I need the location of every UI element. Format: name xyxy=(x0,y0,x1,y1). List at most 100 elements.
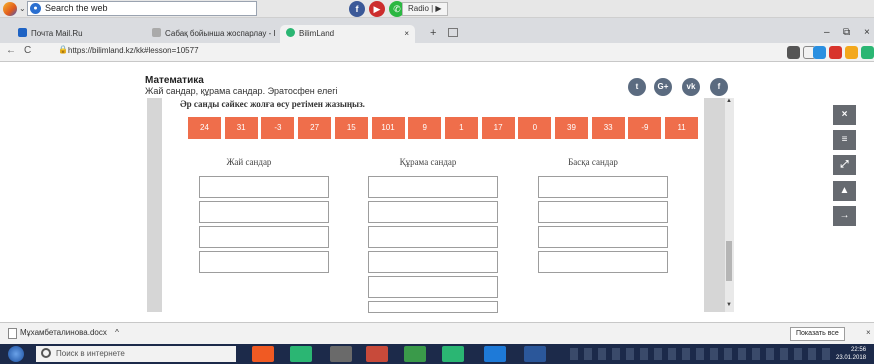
page-subtitle: Жай сандар, құрама сандар. Эратосфен еле… xyxy=(145,86,338,96)
answer-slot-composite[interactable] xyxy=(368,301,498,313)
mail-icon xyxy=(18,28,27,37)
radio-button[interactable]: Radio | ▶ xyxy=(402,2,448,16)
scroll-down-icon[interactable]: ▼ xyxy=(726,302,732,308)
search-icon: ● xyxy=(30,3,41,14)
twitter-icon[interactable]: t xyxy=(628,78,646,96)
taskbar-app-icon[interactable] xyxy=(404,346,426,362)
reload-button[interactable]: C xyxy=(24,45,31,56)
extension-icon[interactable] xyxy=(813,46,826,59)
taskbar-app-icon[interactable] xyxy=(442,346,464,362)
url-text: https://bilimland.kz/kk#lesson=10577 xyxy=(68,46,199,55)
number-tile[interactable]: -9 xyxy=(628,117,662,139)
minimize-icon[interactable]: – xyxy=(824,27,830,38)
answer-slot-other[interactable] xyxy=(538,251,668,273)
google-plus-icon[interactable]: G+ xyxy=(654,78,672,96)
back-button[interactable]: ← xyxy=(6,45,16,56)
start-button[interactable] xyxy=(8,346,24,362)
number-tile[interactable]: 101 xyxy=(371,117,405,139)
toolbar-search-input[interactable]: ● Search the web xyxy=(27,1,257,16)
answer-slot-prime[interactable] xyxy=(199,251,329,273)
number-tile[interactable]: 15 xyxy=(334,117,368,139)
close-tab-icon[interactable]: × xyxy=(404,25,409,43)
taskbar-app-icon[interactable] xyxy=(252,346,274,362)
answer-slot-other[interactable] xyxy=(538,176,668,198)
search-toolbar: ⌄ ● Search the web f ▶ ✆ Radio | ▶ xyxy=(0,0,874,18)
number-tile[interactable]: 33 xyxy=(591,117,625,139)
youtube-icon[interactable]: ▶ xyxy=(369,1,385,17)
number-tile[interactable]: -3 xyxy=(261,117,295,139)
tab-strip: Почта Mail.Ru Сабақ бойынша жоспарлау - … xyxy=(0,18,874,43)
lock-icon: 🔒 xyxy=(58,45,68,54)
answer-slot-prime[interactable] xyxy=(199,201,329,223)
number-tile[interactable]: 1 xyxy=(444,117,478,139)
word-icon[interactable] xyxy=(524,346,546,362)
document-icon xyxy=(152,28,161,37)
exercise-scrollbar[interactable]: ▲ ▼ xyxy=(725,98,734,312)
exercise-question: Әр санды сәйкес жолға өсу ретімен жазыңы… xyxy=(180,99,365,109)
search-icon xyxy=(41,348,51,358)
answer-slot-other[interactable] xyxy=(538,201,668,223)
close-download-bar-icon[interactable]: × xyxy=(866,328,871,337)
tab-label: BilimLand xyxy=(299,29,335,38)
toolbar-search-label: Search the web xyxy=(45,3,108,13)
clock-time: 22:56 xyxy=(851,347,867,353)
answer-slot-composite[interactable] xyxy=(368,176,498,198)
restore-icon[interactable]: ⧉ xyxy=(843,27,850,38)
number-tile[interactable]: 39 xyxy=(555,117,588,139)
firefox-icon[interactable] xyxy=(3,2,17,16)
bilimland-icon xyxy=(286,28,295,37)
answer-slot-other[interactable] xyxy=(538,226,668,248)
number-tile[interactable]: 0 xyxy=(518,117,552,139)
chevron-down-icon[interactable]: ⌄ xyxy=(19,4,26,13)
vk-icon[interactable]: vk xyxy=(682,78,700,96)
extension-icon[interactable] xyxy=(861,46,874,59)
tab-lesson-plan[interactable]: Сабақ бойынша жоспарлау - I xyxy=(146,25,276,43)
answer-slot-composite[interactable] xyxy=(368,226,498,248)
facebook-icon[interactable]: f xyxy=(710,78,728,96)
warning-button[interactable]: ▲ xyxy=(833,181,856,201)
taskbar-app-icon[interactable] xyxy=(330,346,352,362)
answer-slot-composite[interactable] xyxy=(368,201,498,223)
number-tile[interactable]: 9 xyxy=(408,117,442,139)
number-tile[interactable]: 31 xyxy=(224,117,258,139)
menu-button[interactable]: ≡ xyxy=(833,130,856,150)
taskbar-app-icon[interactable] xyxy=(290,346,312,362)
scroll-up-icon[interactable]: ▲ xyxy=(726,98,732,104)
extension-icon[interactable] xyxy=(829,46,842,59)
download-item[interactable]: Мұхамбеталинова.docx ^ xyxy=(20,328,119,337)
window-icon[interactable] xyxy=(448,28,458,37)
extension-icon[interactable] xyxy=(845,46,858,59)
extension-icon[interactable] xyxy=(787,46,800,59)
system-tray[interactable] xyxy=(570,348,830,360)
address-bar: ← C 🔒 https://bilimland.kz/kk#lesson=105… xyxy=(0,43,874,62)
next-button[interactable]: → xyxy=(833,206,856,226)
scroll-thumb[interactable] xyxy=(726,241,732,281)
number-tile[interactable]: 17 xyxy=(481,117,515,139)
taskbar-search-placeholder: Поиск в интернете xyxy=(56,349,125,358)
new-tab-button[interactable]: + xyxy=(430,27,436,39)
number-tile[interactable]: 11 xyxy=(665,117,699,139)
column-header-prime: Жай сандар xyxy=(226,157,272,167)
number-tile[interactable]: 24 xyxy=(188,117,221,139)
column-header-composite: Құрама сандар xyxy=(399,157,457,167)
answer-slot-prime[interactable] xyxy=(199,176,329,198)
close-window-icon[interactable]: × xyxy=(864,27,870,38)
url-input[interactable]: 🔒 https://bilimland.kz/kk#lesson=10577 xyxy=(58,45,818,60)
fullscreen-button[interactable]: ⤢ xyxy=(833,155,856,175)
clock[interactable]: 22:56 23.01.2018 xyxy=(836,346,866,362)
answer-slot-composite[interactable] xyxy=(368,276,498,298)
answer-slot-prime[interactable] xyxy=(199,226,329,248)
skype-icon[interactable] xyxy=(484,346,506,362)
answer-slot-composite[interactable] xyxy=(368,251,498,273)
chevron-up-icon[interactable]: ^ xyxy=(115,328,119,337)
tab-bilimland[interactable]: BilimLand × xyxy=(280,25,415,43)
number-tile[interactable]: 27 xyxy=(298,117,332,139)
document-icon xyxy=(8,328,17,339)
taskbar-search-input[interactable]: Поиск в интернете xyxy=(36,346,236,362)
download-bar: Мұхамбеталинова.docx ^ Показать все × xyxy=(0,322,874,344)
close-lesson-button[interactable]: × xyxy=(833,105,856,125)
tab-mail[interactable]: Почта Mail.Ru xyxy=(12,25,142,43)
taskbar-app-icon[interactable] xyxy=(366,346,388,362)
show-all-button[interactable]: Показать все xyxy=(790,327,845,341)
facebook-icon[interactable]: f xyxy=(349,1,365,17)
